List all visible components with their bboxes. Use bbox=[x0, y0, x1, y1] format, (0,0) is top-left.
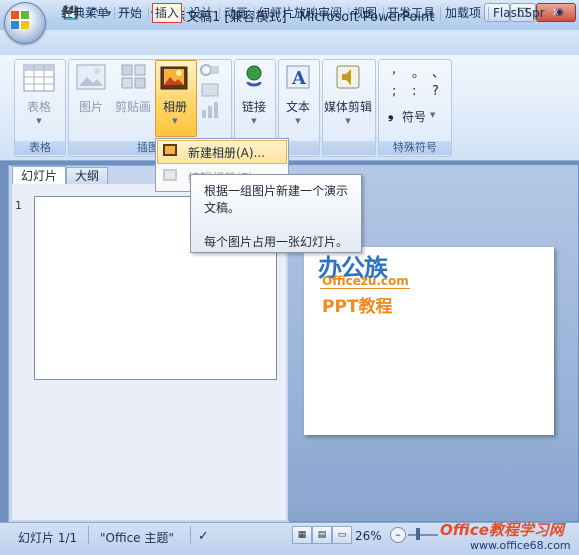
watermark-subtitle: PPT教程 bbox=[322, 297, 393, 317]
clipart-icon bbox=[121, 64, 146, 89]
edit-album-icon bbox=[163, 169, 177, 181]
corner-site-url: www.office68.com bbox=[470, 539, 571, 552]
svg-text:A: A bbox=[291, 68, 307, 89]
tooltip-line2: 文稿。 bbox=[204, 201, 241, 215]
tab-separator bbox=[314, 7, 315, 20]
links-button[interactable]: 链接 bbox=[234, 98, 274, 115]
slide-sorter-view-icon[interactable]: ▤ bbox=[312, 526, 332, 544]
status-theme: "Office 主题" bbox=[100, 531, 174, 545]
zoom-level[interactable]: 26% bbox=[355, 529, 382, 543]
shapes-smartart-chart-icons bbox=[200, 64, 219, 118]
table-button[interactable]: 表格 bbox=[14, 98, 64, 115]
tab-animation[interactable]: 动画 bbox=[224, 4, 248, 22]
tab-separator bbox=[440, 7, 441, 20]
tab-slideshow[interactable]: 幻灯片放映 bbox=[258, 4, 318, 22]
media-clip-icon bbox=[336, 65, 360, 89]
ribbon-tab-row bbox=[0, 30, 579, 55]
symbol-semicolon[interactable]: ; bbox=[392, 84, 396, 99]
tab-classic-menu[interactable]: 经典菜单 bbox=[61, 4, 109, 22]
tab-separator bbox=[488, 7, 489, 20]
album-dropdown-icon[interactable]: ▼ bbox=[155, 117, 195, 125]
tab-slides[interactable]: 幻灯片 bbox=[12, 166, 66, 185]
zoom-out-button[interactable]: – bbox=[390, 527, 406, 543]
symbol-enum-comma[interactable]: 、 bbox=[432, 62, 445, 81]
office-logo-icon bbox=[11, 11, 29, 29]
tab-review[interactable]: 审阅 bbox=[318, 4, 342, 22]
table-dropdown-icon[interactable]: ▼ bbox=[14, 117, 64, 125]
tab-separator bbox=[184, 7, 185, 20]
table-icon bbox=[23, 64, 55, 92]
tab-design[interactable]: 设计 bbox=[189, 4, 213, 22]
media-clip-button[interactable]: 媒体剪辑 bbox=[318, 98, 378, 115]
tab-view[interactable]: 视图 bbox=[353, 4, 377, 22]
text-dropdown-icon[interactable]: ▼ bbox=[278, 117, 318, 125]
group-table-label: 表格 bbox=[15, 141, 65, 155]
symbol-comma[interactable]: , bbox=[392, 62, 396, 77]
tooltip-line3: 每个图片占用一张幻灯片。 bbox=[204, 235, 349, 249]
zoom-slider[interactable] bbox=[408, 534, 438, 536]
tab-flashspring[interactable]: FlashSpr bbox=[493, 4, 545, 22]
symbol-button[interactable]: 符号 bbox=[402, 108, 426, 125]
status-separator bbox=[88, 526, 89, 544]
text-button[interactable]: 文本 bbox=[278, 98, 318, 115]
tab-separator bbox=[383, 7, 384, 20]
symbol-period[interactable]: 。 bbox=[412, 62, 425, 81]
tooltip-line1: 根据一组图片新建一个演示 bbox=[204, 184, 349, 198]
group-symbols-label: 特殊符号 bbox=[379, 141, 451, 155]
status-separator bbox=[190, 526, 191, 544]
tab-separator bbox=[114, 7, 115, 20]
symbol-dropdown-icon[interactable]: ▼ bbox=[430, 111, 435, 119]
tab-separator bbox=[348, 7, 349, 20]
link-icon bbox=[246, 65, 262, 87]
tab-addins[interactable]: 加载项 bbox=[445, 4, 481, 22]
new-album-icon bbox=[163, 144, 177, 156]
tab-home[interactable]: 开始 bbox=[118, 4, 142, 22]
watermark-divider bbox=[320, 288, 410, 289]
links-dropdown-icon[interactable]: ▼ bbox=[234, 117, 274, 125]
group-media-label bbox=[323, 141, 375, 155]
slideshow-view-icon[interactable]: ▭ bbox=[332, 526, 352, 544]
corner-site-logo: Office教程学习网 bbox=[440, 521, 564, 539]
tab-separator bbox=[254, 7, 255, 20]
spell-check-icon[interactable]: ✓ bbox=[198, 529, 209, 544]
symbol-colon[interactable]: : bbox=[412, 84, 416, 99]
picture-button[interactable]: 图片 bbox=[72, 98, 110, 115]
tab-separator bbox=[148, 7, 149, 20]
tab-insert[interactable]: 插入 bbox=[152, 3, 183, 23]
watermark-site: Officezu.com bbox=[322, 274, 409, 288]
tab-developer[interactable]: 开发工具 bbox=[387, 4, 435, 22]
clipart-button[interactable]: 剪贴画 bbox=[112, 98, 154, 115]
text-icon: A bbox=[286, 65, 310, 89]
tab-separator bbox=[219, 7, 220, 20]
normal-view-icon[interactable]: ▦ bbox=[292, 526, 312, 544]
symbol-insert-icon: ❟ bbox=[388, 106, 394, 122]
slide-number: 1 bbox=[15, 199, 22, 212]
photo-album-icon bbox=[160, 66, 188, 90]
symbol-question[interactable]: ? bbox=[432, 84, 439, 99]
new-album-label: 新建相册(A)... bbox=[188, 146, 266, 160]
album-button-label: 相册 bbox=[162, 100, 187, 114]
tab-outline[interactable]: 大纲 bbox=[66, 167, 108, 185]
help-icon[interactable]: ◉ bbox=[555, 4, 564, 22]
picture-icon bbox=[76, 64, 106, 90]
media-dropdown-icon[interactable]: ▼ bbox=[322, 117, 374, 125]
zoom-slider-thumb[interactable] bbox=[416, 528, 420, 540]
status-slide-count: 幻灯片 1/1 bbox=[18, 531, 78, 545]
